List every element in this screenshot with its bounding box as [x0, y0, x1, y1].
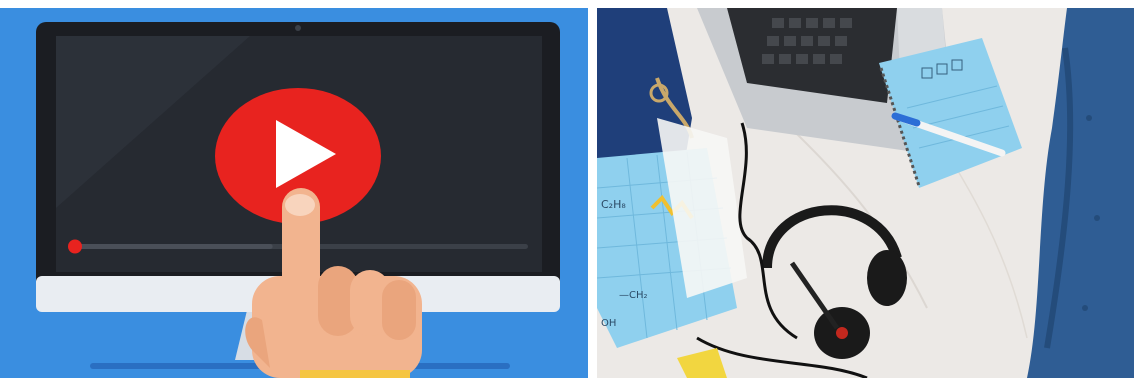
- desk-photo: C₂H₈ —CH₂ OH: [597, 8, 1134, 378]
- video-illustration-panel: [0, 8, 588, 378]
- chem-group-label: —CH₂: [619, 290, 648, 301]
- webcam-dot: [295, 25, 301, 31]
- video-progress-fill: [72, 244, 273, 249]
- video-illustration: [0, 8, 588, 378]
- video-progress-handle[interactable]: [68, 239, 82, 254]
- desk-photo-panel: C₂H₈ —CH₂ OH: [597, 8, 1134, 378]
- chem-formula-label: C₂H₈: [601, 198, 626, 211]
- chem-oh-label: OH: [601, 318, 616, 329]
